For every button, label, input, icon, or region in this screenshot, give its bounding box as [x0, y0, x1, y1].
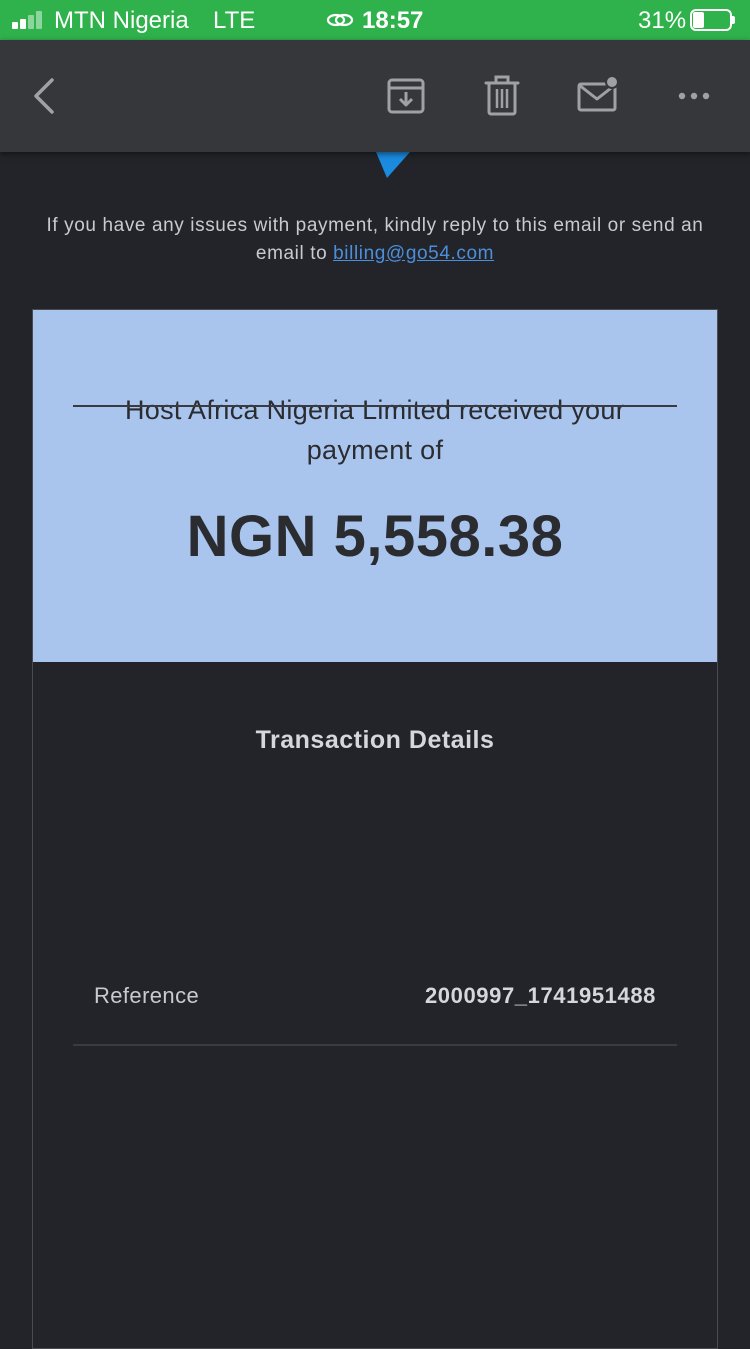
mark-unread-button[interactable] [576, 74, 620, 118]
email-body: If you have any issues with payment, kin… [0, 152, 750, 1349]
more-button[interactable] [672, 74, 716, 118]
logo-icon [376, 152, 410, 178]
detail-row-date [73, 310, 677, 407]
delete-button[interactable] [480, 74, 524, 118]
archive-icon [387, 78, 425, 114]
network-type: LTE [213, 7, 256, 34]
carrier-name: MTN Nigeria [54, 7, 189, 34]
mail-toolbar [0, 40, 750, 152]
signal-icon [12, 11, 48, 29]
mark-unread-icon [577, 75, 619, 112]
back-button[interactable] [22, 74, 66, 118]
clock: 18:57 [362, 7, 424, 34]
details-title: Transaction Details [255, 726, 495, 754]
detail-row-reference: Reference 2000997_1741951488 [73, 949, 677, 1046]
battery-icon [690, 9, 736, 31]
back-chevron-icon [34, 78, 54, 114]
payment-amount: NGN 5,558.38 [186, 504, 564, 569]
detail-label: Reference [94, 983, 200, 1008]
link-icon [326, 13, 354, 27]
battery-percent: 31% [638, 7, 687, 34]
receipt-card: Host Africa Nigeria Limited received you… [32, 309, 718, 1349]
archive-button[interactable] [384, 74, 428, 118]
detail-value: 2000997_1741951488 [424, 983, 656, 1008]
trash-icon [484, 75, 520, 116]
more-icon [678, 92, 710, 100]
notice-email-link[interactable]: billing@go54.com [333, 243, 494, 264]
payment-notice: If you have any issues with payment, kin… [40, 212, 710, 268]
status-bar: MTN Nigeria LTE 18:57 31% [0, 0, 750, 40]
